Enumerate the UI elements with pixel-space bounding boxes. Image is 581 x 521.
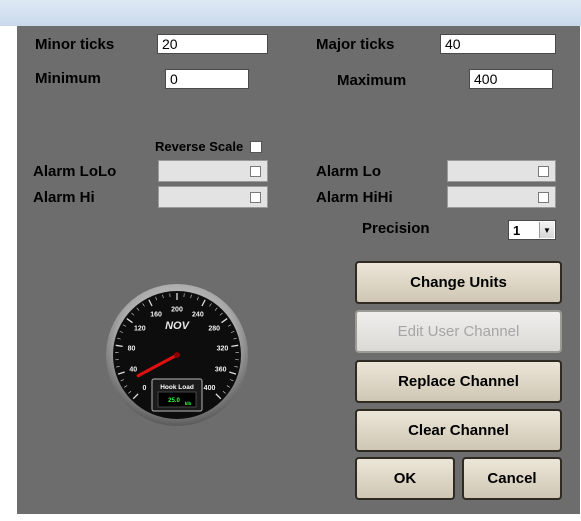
- reverse-scale-checkbox[interactable]: [250, 141, 262, 153]
- gauge-hub: [174, 352, 180, 358]
- gauge-tick-label: 0: [143, 385, 147, 392]
- gauge-tick-label: 120: [134, 325, 146, 332]
- alarm-hihi-checkbox[interactable]: [538, 192, 549, 203]
- precision-select[interactable]: 1 ▼: [508, 220, 556, 240]
- gauge-tick-label: 240: [192, 312, 204, 319]
- alarm-hi-checkbox[interactable]: [250, 192, 261, 203]
- alarm-hihi-field[interactable]: [447, 186, 556, 208]
- nov-logo: NOV: [165, 320, 191, 332]
- edit-user-channel-button[interactable]: Edit User Channel: [355, 310, 562, 353]
- alarm-lolo-label: Alarm LoLo: [33, 163, 117, 180]
- alarm-lo-checkbox[interactable]: [538, 166, 549, 177]
- gauge-tick-label: 280: [208, 325, 220, 332]
- replace-channel-button[interactable]: Replace Channel: [355, 360, 562, 403]
- gauge-tick-label: 320: [217, 345, 229, 352]
- clear-channel-button[interactable]: Clear Channel: [355, 409, 562, 452]
- hook-load-gauge: 0 40 80 120 160 200 240 280 320 360 400 NOV Hook L…: [106, 284, 248, 426]
- gauge-tick-label: 400: [204, 385, 216, 392]
- cancel-button[interactable]: Cancel: [462, 457, 562, 500]
- gauge-tick-label: 80: [128, 345, 136, 352]
- precision-label: Precision: [362, 220, 430, 237]
- minor-ticks-input[interactable]: [157, 34, 268, 54]
- alarm-lo-label: Alarm Lo: [316, 163, 382, 180]
- maximum-input[interactable]: [469, 69, 553, 89]
- chevron-down-icon[interactable]: ▼: [539, 222, 554, 238]
- minimum-label: Minimum: [35, 70, 101, 87]
- readout-value: 25.0: [168, 398, 180, 404]
- alarm-lo-field[interactable]: [447, 160, 556, 182]
- major-ticks-label: Major ticks: [316, 36, 395, 53]
- alarm-hi-label: Alarm Hi: [33, 189, 95, 206]
- gauge-tick-label: 40: [129, 367, 137, 374]
- gauge-tick-label: 360: [215, 367, 227, 374]
- minimum-input[interactable]: [165, 69, 249, 89]
- window-title-bar: [0, 0, 581, 26]
- ok-button[interactable]: OK: [355, 457, 455, 500]
- alarm-lolo-checkbox[interactable]: [250, 166, 261, 177]
- alarm-hi-field[interactable]: [158, 186, 268, 208]
- readout-title: Hook Load: [160, 384, 194, 391]
- gauge-tick-label: 200: [171, 307, 183, 314]
- alarm-lolo-field[interactable]: [158, 160, 268, 182]
- reverse-scale-label: Reverse Scale: [155, 139, 244, 154]
- maximum-label: Maximum: [337, 72, 407, 89]
- change-units-button[interactable]: Change Units: [355, 261, 562, 304]
- window: Minor ticks Major ticks Minimum Maximum …: [0, 0, 581, 521]
- major-ticks-input[interactable]: [440, 34, 556, 54]
- readout-unit: klb: [185, 401, 192, 406]
- minor-ticks-label: Minor ticks: [35, 36, 115, 53]
- gauge-tick-label: 160: [150, 312, 162, 319]
- alarm-hihi-label: Alarm HiHi: [316, 189, 393, 206]
- precision-value: 1: [513, 223, 521, 238]
